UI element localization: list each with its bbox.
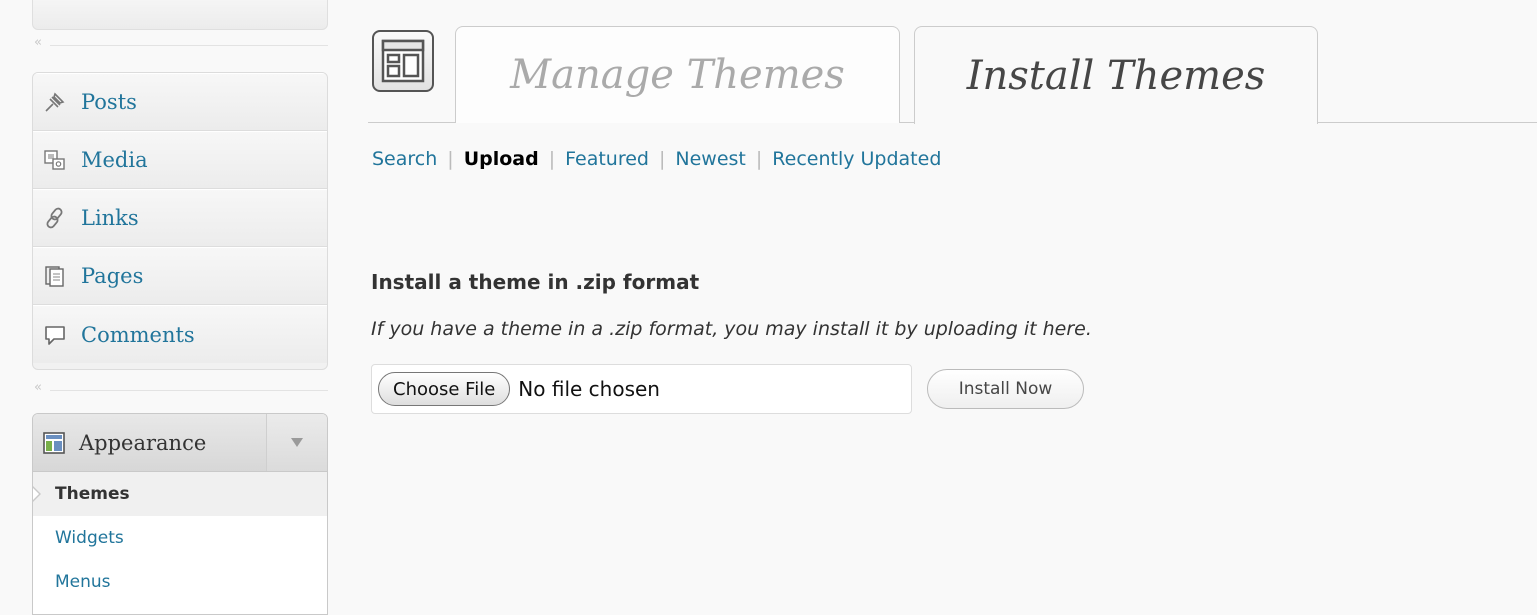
submenu-item-themes[interactable]: Themes xyxy=(33,472,327,516)
menu-label: Appearance xyxy=(79,430,207,455)
menu-item-links[interactable]: Links xyxy=(33,189,327,247)
theme-file-input[interactable]: Choose File No file chosen xyxy=(371,364,912,414)
appearance-menu: Appearance Themes Widgets Menus xyxy=(32,413,328,615)
submenu-item-widgets[interactable]: Widgets xyxy=(33,516,327,560)
themes-page-icon xyxy=(372,30,434,92)
pushpin-icon xyxy=(43,90,67,114)
install-now-button[interactable]: Install Now xyxy=(927,369,1084,409)
current-pointer-icon xyxy=(33,486,41,502)
tab-manage-themes[interactable]: Manage Themes xyxy=(455,26,900,123)
tab-install-themes[interactable]: Install Themes xyxy=(914,26,1318,124)
menu-separator[interactable]: « xyxy=(32,35,328,52)
install-subnav: Search | Upload | Featured | Newest | Re… xyxy=(372,148,941,170)
media-icon xyxy=(43,148,67,172)
menu-separator[interactable]: « xyxy=(32,380,328,397)
menu-label: Pages xyxy=(81,264,144,288)
menu-label: Links xyxy=(81,206,139,230)
menu-item-posts[interactable]: Posts xyxy=(33,73,327,131)
upload-heading: Install a theme in .zip format xyxy=(371,270,700,294)
subnav-search[interactable]: Search xyxy=(372,148,437,170)
upload-description: If you have a theme in a .zip format, yo… xyxy=(371,318,1092,340)
appearance-icon xyxy=(43,431,67,455)
menu-item-appearance[interactable]: Appearance xyxy=(33,414,327,472)
submenu-item-menus[interactable]: Menus xyxy=(33,560,327,604)
menu-item-media[interactable]: Media xyxy=(33,131,327,189)
subnav-upload[interactable]: Upload xyxy=(464,148,539,170)
subnav-newest[interactable]: Newest xyxy=(675,148,745,170)
subnav-separator: | xyxy=(658,148,666,170)
subnav-featured[interactable]: Featured xyxy=(565,148,649,170)
menu-label: Posts xyxy=(81,90,137,114)
file-status-text: No file chosen xyxy=(518,377,660,401)
pages-icon xyxy=(43,264,67,288)
subnav-separator: | xyxy=(447,148,454,170)
subnav-separator: | xyxy=(755,148,763,170)
chain-link-icon xyxy=(43,206,67,230)
subnav-separator: | xyxy=(548,148,556,170)
menu-label: Comments xyxy=(81,322,195,347)
dashboard-menu-box xyxy=(32,0,328,30)
menu-item-comments[interactable]: Comments xyxy=(33,305,327,363)
speech-bubble-icon xyxy=(43,323,67,347)
collapse-arrow-icon[interactable]: « xyxy=(34,380,42,395)
menu-label: Media xyxy=(81,148,148,172)
choose-file-button[interactable]: Choose File xyxy=(378,372,511,406)
triangle-down-icon[interactable] xyxy=(266,414,327,471)
subnav-recently-updated[interactable]: Recently Updated xyxy=(772,148,941,170)
collapse-arrow-icon[interactable]: « xyxy=(34,35,42,50)
menu-item-pages[interactable]: Pages xyxy=(33,247,327,305)
content-menu-group: Posts Media Links Pages Comments xyxy=(32,72,328,370)
admin-sidebar: « Posts Media Links Pages Comments « App… xyxy=(0,0,340,615)
